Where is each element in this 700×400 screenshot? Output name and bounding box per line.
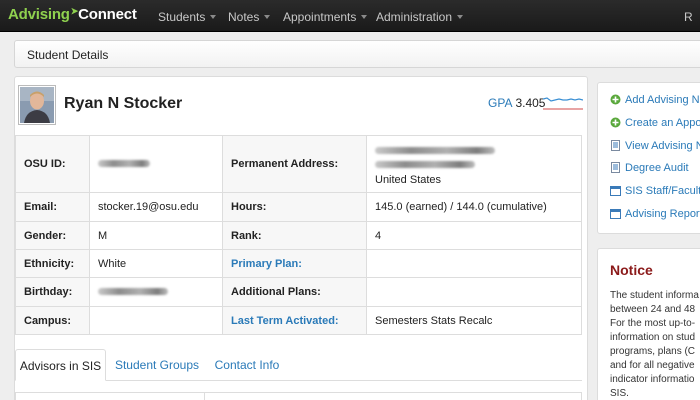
nav-students-menu[interactable]: Students	[158, 10, 217, 24]
gpa-label[interactable]: GPA	[488, 96, 512, 110]
notice-title: Notice	[610, 262, 653, 278]
gender-label: Gender:	[15, 221, 90, 250]
brand-arrow-icon: ➤	[70, 6, 79, 16]
notice-text-line: between 24 and 48	[610, 304, 696, 315]
notice-text-line: SIS.	[610, 388, 629, 399]
breadcrumb-title: Student Details	[27, 48, 109, 62]
additional-plans-label: Additional Plans:	[222, 277, 367, 307]
notice-text-line: programs, plans (C	[610, 346, 696, 357]
table-row: OSU ID: Permanent Address: United States	[15, 135, 582, 193]
tab-student-groups[interactable]: Student Groups	[109, 349, 205, 381]
birthday-value	[89, 277, 223, 307]
notice-text-line: For the most up-to-	[610, 318, 696, 329]
chevron-down-icon	[210, 15, 217, 19]
osu-id-label: OSU ID:	[15, 135, 90, 193]
plus-circle-icon	[610, 94, 621, 105]
ethnicity-label: Ethnicity:	[15, 249, 90, 278]
table-row: Birthday: Additional Plans:	[15, 277, 582, 307]
redacted-value	[375, 160, 475, 168]
divider	[204, 393, 205, 400]
tab-advisors-in-sis[interactable]: Advisors in SIS	[15, 349, 106, 381]
osu-id-value	[89, 135, 223, 193]
notice-text-line: indicator informatio	[610, 374, 695, 385]
campus-label: Campus:	[15, 306, 90, 335]
breadcrumb: Student Details	[14, 40, 700, 68]
gpa-sparkline	[543, 97, 583, 110]
student-name: Ryan N Stocker	[64, 95, 183, 112]
last-term-activated-value: Semesters Stats Recalc	[366, 306, 582, 335]
add-advising-note-link[interactable]: Add Advising N	[610, 94, 700, 106]
permanent-address-value: United States	[366, 135, 582, 193]
chevron-down-icon	[361, 15, 368, 19]
tab-contact-info[interactable]: Contact Info	[208, 349, 286, 381]
table-row: Ethnicity: White Primary Plan:	[15, 249, 582, 278]
email-label: Email:	[15, 192, 90, 222]
campus-value	[89, 306, 223, 335]
action-label: Degree Audit	[625, 162, 689, 174]
plus-circle-icon	[610, 117, 621, 128]
action-label: Advising Report	[625, 208, 700, 220]
notice-text-line: information on stud	[610, 332, 696, 343]
top-nav-bar: Advising➤Connect Students Notes Appointm…	[0, 0, 700, 32]
brand-part2: Connect	[78, 6, 137, 23]
hours-label: Hours:	[222, 192, 367, 222]
chevron-down-icon	[457, 15, 464, 19]
brand-part1: Advising	[8, 6, 70, 23]
nav-students-label: Students	[158, 10, 206, 24]
view-advising-notes-link[interactable]: View Advising N	[610, 140, 700, 152]
gpa-value: 3.405	[515, 96, 546, 110]
table-row: Campus: Last Term Activated: Semesters S…	[15, 306, 582, 335]
nav-user-menu[interactable]: R	[684, 10, 693, 24]
primary-plan-link[interactable]: Primary Plan:	[222, 249, 367, 278]
student-photo	[20, 87, 54, 123]
document-icon	[611, 140, 620, 151]
action-label: Create an Appo	[625, 117, 700, 129]
degree-audit-link[interactable]: Degree Audit	[610, 162, 689, 174]
create-appointment-link[interactable]: Create an Appo	[610, 117, 700, 129]
student-details-table: OSU ID: Permanent Address: United States…	[15, 135, 582, 335]
table-row: Email: stocker.19@osu.edu Hours: 145.0 (…	[15, 192, 582, 222]
nav-administration-label: Administration	[376, 10, 453, 24]
action-label: SIS Staff/Faculty	[625, 185, 700, 197]
action-label: View Advising N	[625, 140, 700, 152]
redacted-value	[98, 160, 150, 167]
advising-report-link[interactable]: Advising Report	[610, 208, 700, 220]
nav-notes-menu[interactable]: Notes	[228, 10, 271, 24]
chevron-down-icon	[264, 15, 271, 19]
notice-text-line: The student informa	[610, 290, 699, 301]
gpa-display: GPA 3.405	[488, 96, 545, 110]
action-label: Add Advising N	[625, 94, 700, 106]
sis-staff-faculty-link[interactable]: SIS Staff/Faculty	[610, 185, 700, 197]
advisors-table	[15, 392, 582, 400]
document-icon	[611, 162, 620, 173]
redacted-value	[375, 146, 495, 154]
primary-plan-value	[366, 249, 582, 278]
birthday-label: Birthday:	[15, 277, 90, 307]
hours-value: 145.0 (earned) / 144.0 (cumulative)	[366, 192, 582, 222]
permanent-address-label: Permanent Address:	[222, 135, 367, 193]
external-window-icon	[610, 209, 621, 219]
email-link[interactable]: stocker.19@osu.edu	[89, 192, 223, 222]
table-row: Gender: M Rank: 4	[15, 221, 582, 250]
redacted-value	[98, 288, 168, 295]
nav-administration-menu[interactable]: Administration	[376, 10, 464, 24]
student-tabs: Advisors in SIS Student Groups Contact I…	[15, 349, 582, 381]
rank-value: 4	[366, 221, 582, 250]
nav-appointments-menu[interactable]: Appointments	[283, 10, 368, 24]
additional-plans-value	[366, 277, 582, 307]
nav-notes-label: Notes	[228, 10, 260, 24]
avatar	[18, 85, 56, 125]
last-term-activated-link[interactable]: Last Term Activated:	[222, 306, 367, 335]
notice-text-line: and for all negative	[610, 360, 695, 371]
nav-appointments-label: Appointments	[283, 10, 357, 24]
external-window-icon	[610, 186, 621, 196]
ethnicity-value: White	[89, 249, 223, 278]
brand-logo[interactable]: Advising➤Connect	[8, 6, 137, 23]
address-country: United States	[375, 173, 442, 186]
gender-value: M	[89, 221, 223, 250]
rank-label: Rank:	[222, 221, 367, 250]
